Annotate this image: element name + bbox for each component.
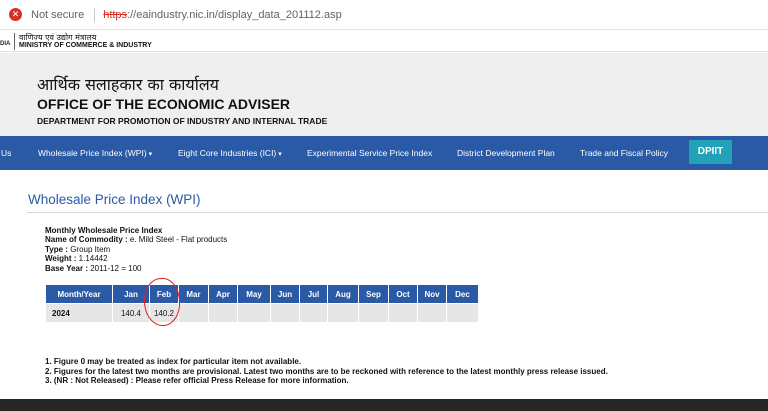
dpiit-button[interactable]: DPIIT [689,140,732,164]
column-header: Nov [418,285,446,303]
nav-label: District Development Plan [457,148,555,158]
table-cell [418,304,446,322]
browser-address-bar[interactable]: ✕ Not secure https://eaindustry.nic.in/d… [0,0,768,30]
table-cell [271,304,299,322]
url-field[interactable]: https://eaindustry.nic.in/display_data_2… [103,9,342,21]
column-header: Mar [179,285,208,303]
office-title: OFFICE OF THE ECONOMIC ADVISER [37,96,291,112]
type-value: Group Item [70,244,111,254]
column-header: Jul [300,285,327,303]
nav-label: Trade and Fiscal Policy [580,148,669,158]
main-nav: Us Wholesale Price Index (WPI) ▾ Eight Co… [0,136,768,170]
commodity-value: e. Mild Steel - Flat products [129,235,228,245]
nav-label: Wholesale Price Index (WPI) [38,148,147,158]
column-header: Jan [113,285,149,303]
office-hindi-title: आर्थिक सलाहकार का कार्यालय [37,75,219,94]
warning-icon[interactable]: ✕ [9,8,22,21]
type-line: Type : Group Item [45,245,227,254]
note-item: 3. (NR : Not Released) : Please refer of… [45,376,349,385]
commodity-info: Monthly Wholesale Price Index Name of Co… [45,226,227,273]
india-fragment: DIA [0,41,11,47]
base-year-value: 2011-12 = 100 [90,263,142,273]
column-header: Month/Year [46,285,112,303]
column-header: Sep [359,285,388,303]
nav-item-wpi[interactable]: Wholesale Price Index (WPI) ▾ [38,136,152,170]
separator [94,7,96,22]
ministry-strip: DIA वाणिज्य एवं उद्योग मंत्रालय MINISTRY… [0,30,768,52]
security-label[interactable]: Not secure [31,9,84,21]
page-title: Wholesale Price Index (WPI) [28,192,201,207]
divider [14,33,15,50]
table-cell [447,304,478,322]
chevron-down-icon: ▾ [278,151,282,158]
table-cell [179,304,208,322]
table-row: 2024 140.4 140.2 [46,304,478,322]
wpi-table: Month/Year Jan Feb Mar Apr May Jun Jul A… [45,284,479,323]
nav-item-district-plan[interactable]: District Development Plan [457,136,555,170]
department-name: DEPARTMENT FOR PROMOTION OF INDUSTRY AND… [37,116,328,126]
note-item: 1. Figure 0 may be treated as index for … [45,357,302,366]
note-item: 2. Figures for the latest two months are… [45,366,608,376]
column-header: Feb [150,285,178,303]
table-cell: 140.2 [150,304,178,322]
commodity-label: Name of Commodity : [45,235,128,245]
footnotes: 1. Figure 0 may be treated as index for … [45,357,608,386]
column-header: Apr [209,285,237,303]
column-header: Oct [389,285,417,303]
column-header: Jun [271,285,299,303]
table-cell: 2024 [46,304,112,322]
table-cell: 140.4 [113,304,149,322]
base-year-label: Base Year : [45,263,88,273]
nav-item-trade-policy[interactable]: Trade and Fiscal Policy [580,136,668,170]
url-path: ://eaindustry.nic.in/display_data_201112… [127,8,342,21]
nav-item-service-price-index[interactable]: Experimental Service Price Index [307,136,432,170]
base-year-line: Base Year : 2011-12 = 100 [45,264,227,273]
url-protocol: https [103,8,128,21]
nav-label: Us [1,148,12,158]
table-cell [238,304,270,322]
footer-bar [0,399,768,411]
weight-line: Weight : 1.14442 [45,254,227,263]
column-header: Aug [328,285,358,303]
chevron-down-icon: ▾ [148,151,153,158]
table-cell [328,304,358,322]
weight-label: Weight : [45,254,77,264]
table-cell [359,304,388,322]
ministry-english: MINISTRY OF COMMERCE & INDUSTRY [19,42,152,49]
column-header: May [238,285,270,303]
header-banner: आर्थिक सलाहकार का कार्यालय OFFICE OF THE… [0,53,768,136]
nav-label: Experimental Service Price Index [307,148,433,158]
nav-label: Eight Core Industries (ICI) [178,148,277,158]
weight-value: 1.14442 [78,254,108,264]
table-cell [389,304,417,322]
info-heading: Monthly Wholesale Price Index [45,226,163,235]
type-label: Type : [45,244,68,254]
nav-item-about-us[interactable]: Us [1,136,11,170]
commodity-line: Name of Commodity : e. Mild Steel - Flat… [45,235,227,244]
table-cell [209,304,237,322]
table-header-row: Month/Year Jan Feb Mar Apr May Jun Jul A… [46,285,478,303]
column-header: Dec [447,285,478,303]
table-cell [300,304,327,322]
nav-item-core-industries[interactable]: Eight Core Industries (ICI) ▾ [178,136,282,170]
title-underline [27,212,768,213]
